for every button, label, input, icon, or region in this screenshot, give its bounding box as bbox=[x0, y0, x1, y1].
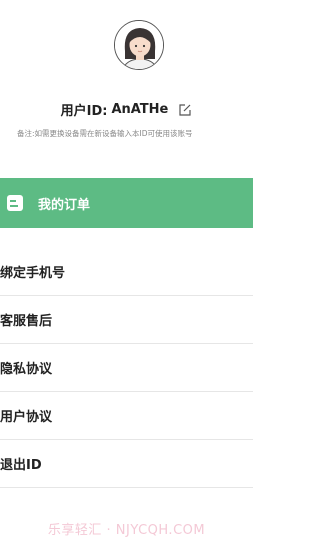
my-orders-label: 我的订单 bbox=[38, 197, 91, 213]
settings-menu: 绑定手机号 客服售后 隐私协议 用户协议 退出ID bbox=[0, 248, 253, 488]
menu-item-privacy-policy[interactable]: 隐私协议 bbox=[0, 344, 253, 392]
menu-item-label: 退出ID bbox=[0, 458, 42, 473]
menu-item-label: 隐私协议 bbox=[0, 362, 53, 377]
menu-item-customer-service[interactable]: 客服售后 bbox=[0, 296, 253, 344]
user-id-value: AnATHe bbox=[111, 101, 169, 117]
watermark-text: 乐享轻汇 · NJYCQH.COM bbox=[47, 523, 206, 538]
menu-item-bind-phone[interactable]: 绑定手机号 bbox=[0, 248, 253, 296]
my-orders-button[interactable]: 我的订单 bbox=[0, 178, 253, 228]
edit-icon[interactable] bbox=[178, 102, 192, 116]
menu-item-label: 绑定手机号 bbox=[0, 266, 66, 281]
device-change-note: 备注:如需更换设备需在新设备输入本ID可使用该账号 bbox=[17, 129, 193, 138]
document-icon bbox=[7, 195, 23, 211]
menu-item-user-agreement[interactable]: 用户协议 bbox=[0, 392, 253, 440]
user-avatar[interactable] bbox=[114, 20, 164, 70]
menu-item-label: 客服售后 bbox=[0, 314, 53, 329]
menu-item-label: 用户协议 bbox=[0, 410, 53, 425]
user-id-row: 用户ID: AnATHe bbox=[0, 100, 253, 119]
avatar-person-icon bbox=[115, 21, 163, 69]
menu-item-logout[interactable]: 退出ID bbox=[0, 440, 253, 488]
user-id-label: 用户ID: bbox=[60, 103, 108, 119]
